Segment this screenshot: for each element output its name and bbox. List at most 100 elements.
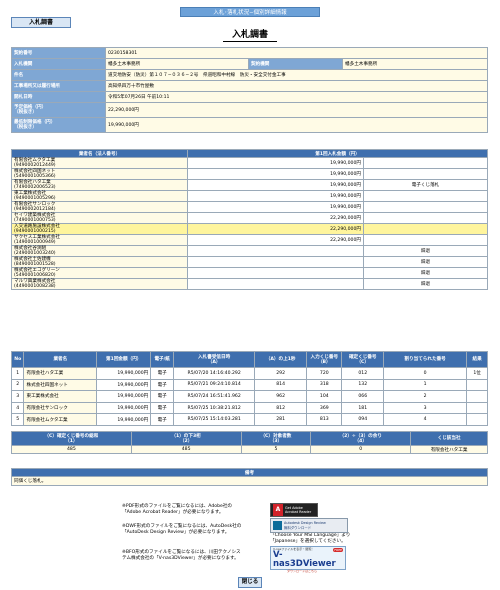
bidder-corporate-number: (9490001005296) [14, 196, 56, 201]
bidder-corporate-number: (9490001000215) [14, 229, 56, 234]
bidder-name: セイワ建築株式会社 (7490001000753) [11, 212, 188, 224]
bid-note [363, 168, 488, 180]
lottery-cell: 電子 [150, 367, 175, 380]
lottery-cell: 2 [383, 390, 468, 403]
bid-note: 辞退 [363, 267, 488, 279]
label-yotei: 予定価格（円） （税抜き） [11, 102, 106, 118]
lottery-cell: 1 [383, 378, 468, 392]
autodesk-design-review-badge[interactable]: Autodesk Design Review 無料ダウンロード [270, 518, 348, 533]
summary-col-header: （2）÷（3）の余り （4） [310, 431, 412, 446]
autodesk-badge-label: Autodesk Design Review 無料ダウンロード [284, 521, 326, 530]
lottery-cell: 4 [10, 401, 25, 415]
bidder-corporate-number: (7490002006523) [14, 185, 56, 190]
lottery-cell: R5/07/25 15:14:03.281 [173, 413, 256, 426]
lottery-cell: 1 [10, 367, 25, 380]
bid-amount [187, 278, 364, 290]
lottery-cell: 19,990,000円 [96, 378, 152, 392]
bidder-name: 有限会社ハタ工業 (7490002006523) [11, 179, 188, 191]
bid-amount: 19,990,000円 [187, 201, 364, 213]
lottery-cell: 3 [10, 390, 25, 403]
lottery-cell: 132 [341, 378, 385, 392]
lottery-cell: 19,990,000円 [96, 401, 152, 415]
bidder-corporate-number: (5490001006820) [14, 273, 56, 278]
lottery-cell: 814 [254, 378, 308, 392]
adobe-reader-badge[interactable]: A Get Adobe Acrobat Reader [270, 503, 318, 517]
lottery-cell: R5/07/21 09:24:10.814 [173, 378, 256, 392]
lottery-cell: 電子 [150, 413, 175, 426]
lottery-row: 4 有限会社サンロック 19,990,000円 電子 R5/07/25 10:38:21… [10, 401, 488, 415]
label-kenmei: 件名 [11, 69, 106, 81]
vnas3dviewer-badge[interactable]: V-nasファイルを表示・閲覧！ V-nas3DViewer ダウンロードはこち… [270, 546, 346, 573]
summary-value: 有限会社ハタ工業 [410, 445, 488, 454]
remarks-table: 備考 同価くじ落札。 [11, 468, 488, 486]
bid-row: 株式会社谷渕組 (2490001003240) 辞退 [11, 245, 488, 257]
bidder-name: サクセス工業株式会社 (1490001000949) [11, 234, 188, 246]
free-badge: FREE [333, 548, 343, 552]
value-saitei: 19,990,000円 [105, 117, 488, 133]
vnas-title: V-nas3DViewer [273, 550, 336, 569]
lottery-col-header: 結果 [466, 351, 488, 368]
bid-table: 業者名（法人番号） 第1回入札金額（円） 有限会社ムクタ工業 (9490002012… [11, 149, 488, 290]
lottery-cell [466, 390, 488, 403]
lottery-cell [466, 413, 488, 426]
bid-note [363, 234, 488, 246]
close-button[interactable]: 閉じる [238, 577, 262, 588]
bidder-corporate-number: (4490001008238) [14, 284, 56, 289]
lottery-cell [466, 378, 488, 392]
bidder-corporate-number: (8490001001528) [14, 262, 56, 267]
bid-row: サクセス工業株式会社 (1490001000949) 22,290,000円 [11, 234, 488, 246]
lottery-col-header: 入力くじ番号 （B） [306, 351, 343, 368]
tab-nyusatsu-chosho[interactable]: 入札調書 [11, 17, 71, 28]
lottery-cell: 012 [341, 367, 385, 380]
lottery-cell: 292 [254, 367, 308, 380]
label-kaisatsu: 開札日時 [11, 91, 106, 103]
lottery-cell: 電子 [150, 390, 175, 403]
lottery-col-header: 第1回金額（円） [96, 351, 152, 368]
value-nyusatsu-kikan: 幡多土木事務所 [105, 58, 249, 70]
remarks-label: 備考 [11, 468, 488, 477]
label-nyusatsu-kikan: 入札機関 [11, 58, 106, 70]
bidder-name: 有限会社ムクタ工業 (9490002012449) [11, 157, 188, 169]
value-yotei: 22,290,000円 [105, 102, 488, 118]
autodesk-icon [273, 521, 282, 530]
lottery-cell: R5/07/24 16:51:41.962 [173, 390, 256, 403]
label-keiyaku-no: 契約番号 [11, 47, 106, 59]
bid-amount: 19,990,000円 [187, 168, 364, 180]
bid-row: 株式会社四国ネット (5490001005366) 19,990,000円 [11, 168, 488, 180]
label-saitei: 最低制限価格（円） （税抜き） [11, 117, 106, 133]
bidder-corporate-number: (9490002012184) [14, 207, 56, 212]
lottery-cell: 電子 [150, 378, 175, 392]
lottery-cell: 962 [254, 390, 308, 403]
bidder-name: マルワ興業株式会社 (4490001008238) [11, 278, 188, 290]
bid-note [363, 223, 488, 235]
bid-note: 電子くじ落札 [363, 179, 488, 191]
lottery-cell: 0 [383, 367, 468, 380]
lottery-cell: 電子 [150, 401, 175, 415]
summary-value: 485 [130, 445, 242, 454]
lottery-cell: 813 [306, 413, 343, 426]
lottery-cell: 19,990,000円 [96, 413, 152, 426]
bidder-name: 入交道路施設株式会社 (9490001000215) [11, 223, 188, 235]
lottery-table: No 業者名 第1回金額（円） 電子/紙 入札書受信日時 （A） （A）の上1秒 入力くじ番… [10, 351, 488, 426]
bid-note [363, 201, 488, 213]
lottery-row: 2 株式会社四国ネット 19,990,000円 電子 R5/07/21 09:24:10… [10, 378, 488, 392]
bidder-name: 株式会社谷渕組 (2490001003240) [11, 245, 188, 257]
bid-amount [187, 256, 364, 268]
lottery-cell: 2 [10, 378, 25, 392]
label-basho: 工事場所又は履行場所 [11, 80, 106, 92]
lottery-cell: 812 [254, 401, 308, 415]
summary-col-header: （C）対象者数 （3） [240, 431, 312, 446]
lottery-cell: 094 [341, 413, 385, 426]
page-title: 入札調書 [223, 30, 277, 42]
page-header-bar: 入札･落札状況−個別詳細情報 [180, 7, 320, 17]
lottery-cell: 5 [10, 413, 25, 426]
bid-note [363, 157, 488, 169]
bidder-corporate-number: (1490001000949) [14, 240, 56, 245]
lottery-cell: 株式会社四国ネット [23, 378, 98, 392]
lottery-cell: 東工業株式会社 [23, 390, 98, 403]
note-pdf: ※PDF形式のファイルをご覧になるには、Adobe社の 「Adobe Acrob… [122, 504, 233, 515]
lottery-cell: 19,990,000円 [96, 390, 152, 403]
bidder-name: 有限会社サンロック (9490002012184) [11, 201, 188, 213]
bidder-name: 株式会社エコグリーン (5490001006820) [11, 267, 188, 279]
lottery-cell: R5/07/25 10:38:21.812 [173, 401, 256, 415]
